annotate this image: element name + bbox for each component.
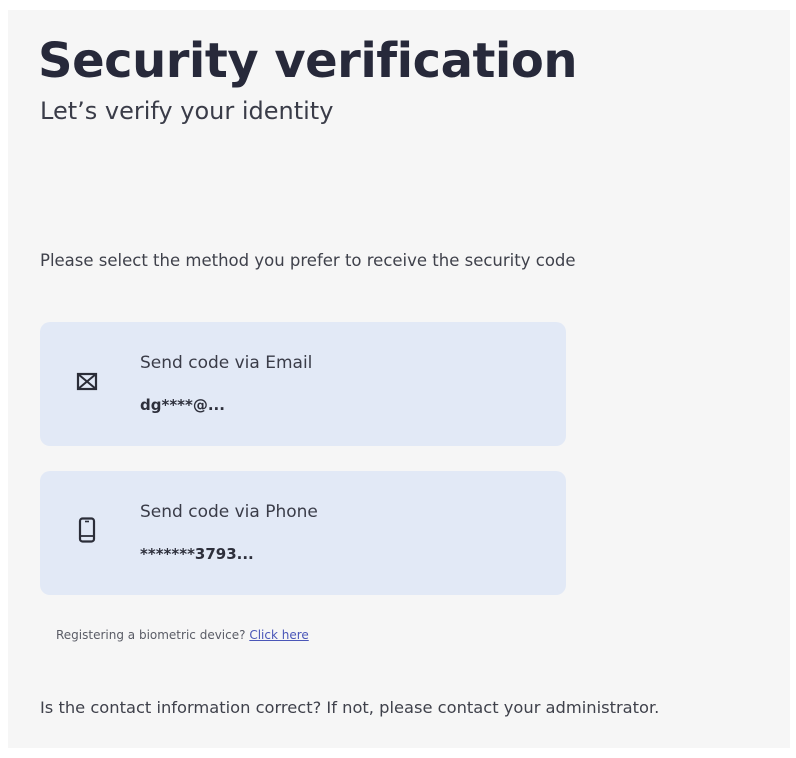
page-subtitle: Let’s verify your identity xyxy=(40,97,334,125)
masked-email: dg****@... xyxy=(140,396,225,414)
email-method-option[interactable]: Send code via Email dg****@... xyxy=(40,322,566,446)
page-title: Security verification xyxy=(38,33,578,89)
biometric-prompt: Registering a biometric device? Click he… xyxy=(56,627,309,643)
masked-phone-number: *******3793... xyxy=(140,545,254,563)
contact-info-note: Is the contact information correct? If n… xyxy=(40,698,660,717)
phone-method-label: Send code via Phone xyxy=(140,502,318,522)
phone-method-option[interactable]: Send code via Phone *******3793... xyxy=(40,471,566,595)
mobile-phone-icon xyxy=(76,517,98,543)
envelope-icon xyxy=(76,368,98,394)
biometric-click-here-link[interactable]: Click here xyxy=(249,628,308,642)
method-instruction: Please select the method you prefer to r… xyxy=(40,251,576,270)
biometric-question: Registering a biometric device? xyxy=(56,628,246,642)
verification-page: Security verification Let’s verify your … xyxy=(8,10,790,748)
email-method-label: Send code via Email xyxy=(140,353,313,373)
